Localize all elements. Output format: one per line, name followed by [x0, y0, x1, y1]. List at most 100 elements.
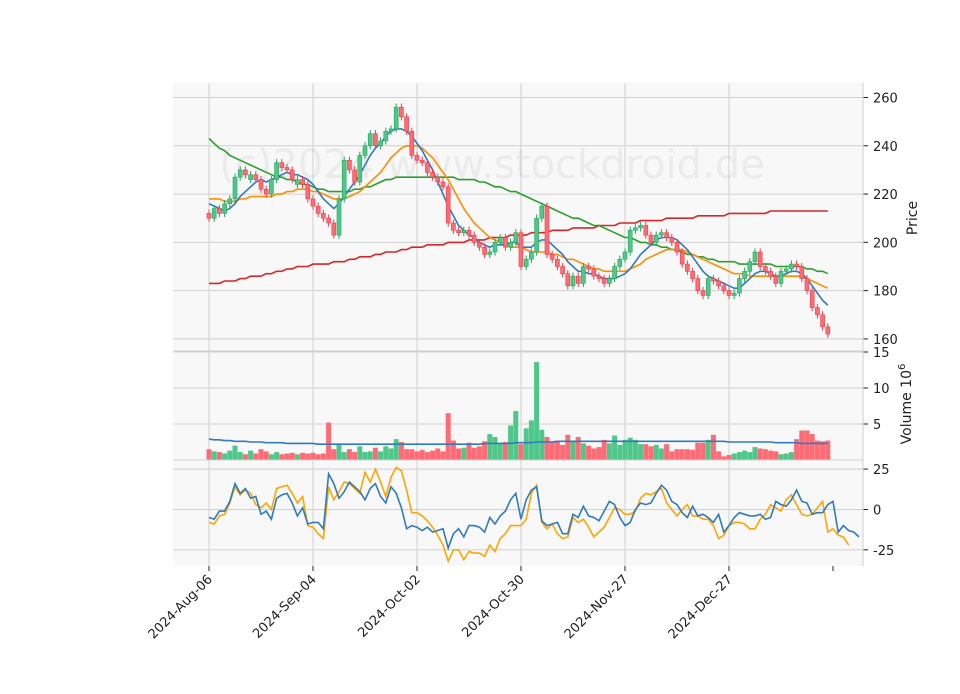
candle-body — [471, 234, 477, 243]
candle-body — [565, 273, 571, 287]
volume-bar — [320, 453, 326, 460]
candle-body — [399, 106, 404, 118]
volume-bar — [757, 448, 763, 460]
volume-bar — [684, 449, 690, 460]
volume-bar — [378, 451, 384, 460]
volume-bar — [622, 439, 628, 460]
volume-bar — [435, 448, 441, 460]
volume-bar — [268, 454, 274, 460]
candle-body — [721, 285, 727, 291]
candle-body — [643, 225, 649, 236]
candle-body — [752, 251, 758, 262]
volume-bar — [804, 430, 810, 460]
volume-bar — [388, 448, 394, 460]
candle-body — [211, 208, 217, 219]
candle-body — [425, 162, 430, 173]
candle-body — [253, 174, 259, 180]
candle-body — [477, 242, 482, 248]
candle-body — [607, 278, 612, 284]
candle-body — [523, 258, 529, 267]
x-tick-label: 2024-Nov-27 — [562, 572, 632, 642]
candle-body — [549, 254, 555, 260]
volume-bar — [513, 411, 519, 460]
candle-body — [809, 290, 815, 308]
oscillator-y-tick-label: 0 — [873, 503, 881, 518]
volume-bar — [726, 454, 732, 460]
volume-bar — [690, 449, 696, 460]
volume-bar — [799, 430, 805, 460]
volume-bar — [206, 449, 212, 460]
candle-body — [206, 213, 212, 219]
volume-bar — [367, 451, 373, 460]
candle-body — [232, 176, 238, 200]
volume-bar — [528, 420, 534, 460]
candle-body — [243, 169, 248, 176]
candle-body — [690, 271, 695, 279]
volume-bar — [601, 439, 607, 460]
candle-body — [716, 280, 721, 287]
volume-bar — [700, 442, 706, 460]
candle-body — [825, 326, 831, 335]
volume-bar — [248, 450, 254, 460]
volume-bar — [284, 453, 290, 460]
volume-bar — [414, 451, 420, 460]
volume-bar — [539, 429, 545, 460]
candle-body — [430, 172, 435, 178]
oscillator-y-tick-label: -25 — [873, 544, 894, 559]
candle-body — [539, 205, 545, 219]
price-y-tick-label: 240 — [873, 140, 898, 155]
candle-body — [373, 133, 378, 147]
volume-bar — [461, 447, 467, 460]
volume-bar — [372, 447, 378, 460]
volume-bar — [222, 453, 228, 460]
candle-body — [783, 268, 789, 272]
volume-bar — [518, 444, 524, 460]
volume-bar — [404, 449, 410, 460]
candle-body — [627, 229, 633, 253]
volume-bar — [502, 442, 508, 460]
candle-body — [757, 251, 763, 267]
volume-y-tick-label: 5 — [873, 418, 881, 433]
candle-body — [700, 290, 706, 296]
volume-bar — [242, 454, 248, 460]
volume-bar — [237, 452, 243, 460]
volume-bar — [232, 445, 238, 460]
volume-bar — [263, 451, 269, 460]
volume-bar — [315, 454, 321, 460]
volume-axis-label: Volume 106 — [897, 364, 915, 445]
volume-bar — [679, 449, 685, 460]
candle-body — [497, 237, 503, 243]
candle-body — [617, 258, 623, 267]
volume-bar — [492, 436, 498, 460]
candle-body — [622, 251, 628, 260]
candle-body — [466, 229, 472, 236]
candle-body — [217, 208, 222, 214]
candle-body — [794, 263, 799, 267]
volume-bar — [731, 453, 737, 460]
candle-body — [295, 179, 300, 185]
volume-bar — [346, 449, 352, 460]
candle-body — [435, 176, 441, 183]
volume-bar — [362, 452, 368, 460]
candle-body — [383, 130, 389, 142]
candle-body — [321, 213, 326, 219]
volume-bar — [258, 449, 264, 460]
volume-bar — [695, 442, 701, 460]
volume-bar — [721, 456, 727, 460]
x-tick-label: 2024-Sep-04 — [250, 572, 320, 642]
candle-body — [679, 251, 685, 265]
candle-body — [586, 266, 591, 270]
candle-body — [237, 169, 243, 178]
volume-bar — [341, 452, 347, 460]
candle-body — [804, 278, 810, 291]
candle-body — [778, 271, 784, 284]
volume-bar — [216, 452, 222, 460]
volume-bar — [476, 446, 482, 460]
candle-body — [367, 133, 373, 147]
volume-bar — [305, 453, 311, 460]
volume-bar — [783, 453, 789, 460]
volume-bar — [440, 451, 446, 460]
volume-bar — [617, 444, 623, 460]
volume-bar — [591, 448, 597, 460]
candle-body — [664, 232, 669, 238]
